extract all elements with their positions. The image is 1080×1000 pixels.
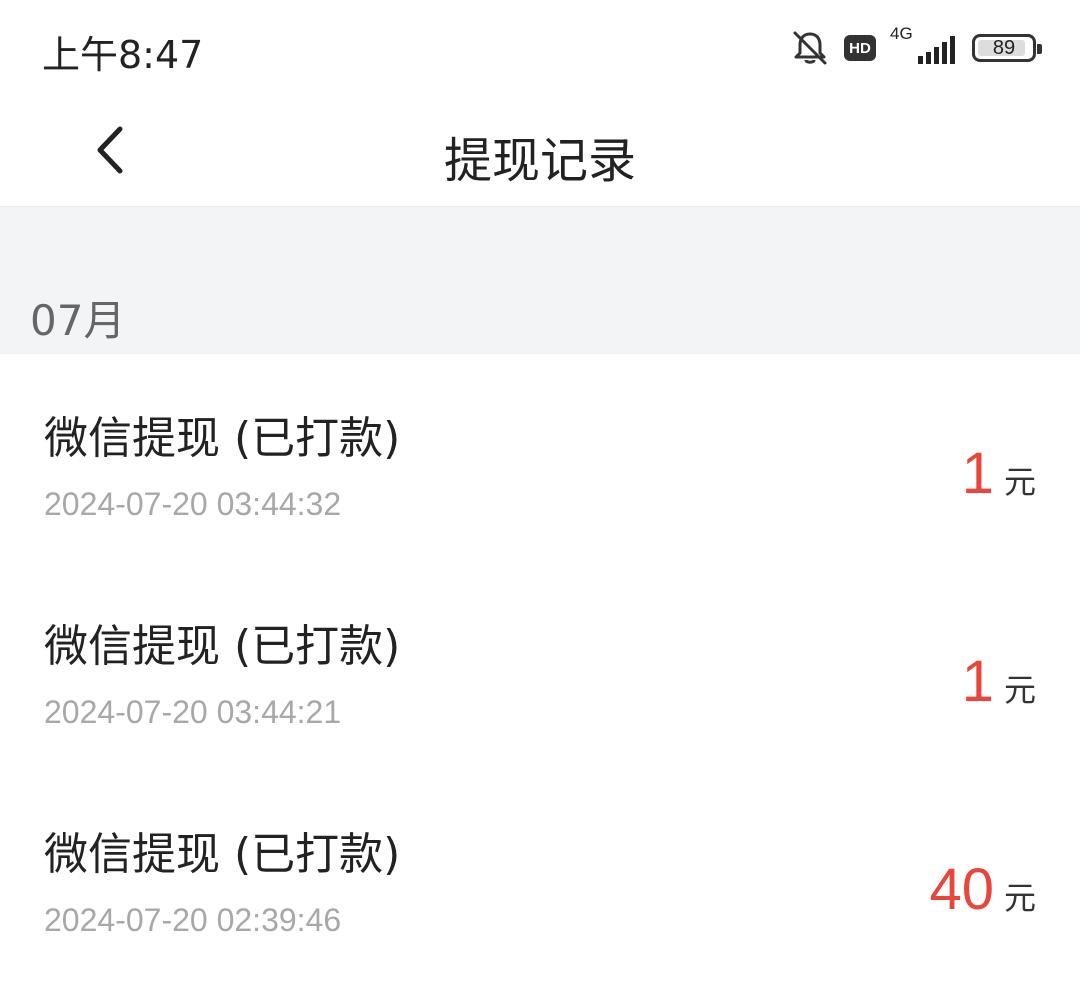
battery-tip bbox=[1037, 44, 1042, 54]
nav-bar: 提现记录 bbox=[0, 95, 1080, 207]
record-title: 微信提现 (已打款) bbox=[44, 621, 401, 672]
record-title: 微信提现 (已打款) bbox=[44, 413, 401, 464]
signal-bars-icon bbox=[918, 36, 955, 64]
battery-level: 89 bbox=[992, 36, 1016, 59]
battery-icon: 89 bbox=[972, 34, 1042, 62]
hd-icon: HD bbox=[844, 35, 876, 61]
network-type-label: 4G bbox=[890, 24, 913, 43]
status-bar: 上午8:47 HD 4G 89 bbox=[0, 0, 1080, 95]
status-time: 上午8:47 bbox=[42, 33, 204, 77]
signal-icon: 4G bbox=[890, 24, 958, 68]
record-amount: 1 bbox=[961, 441, 994, 506]
record-time: 2024-07-20 02:39:46 bbox=[44, 902, 342, 938]
withdrawal-record-list: 微信提现 (已打款) 2024-07-20 03:44:32 1 元 微信提现 … bbox=[0, 354, 1080, 978]
record-amount-group: 1 元 bbox=[962, 648, 1036, 715]
withdrawal-record[interactable]: 微信提现 (已打款) 2024-07-20 02:39:46 40 元 bbox=[0, 770, 1080, 978]
bell-muted-icon bbox=[793, 31, 827, 65]
record-unit: 元 bbox=[1003, 463, 1036, 501]
month-section: 07月 bbox=[0, 207, 1080, 354]
record-unit: 元 bbox=[1003, 879, 1036, 917]
record-unit: 元 bbox=[1003, 671, 1036, 709]
record-time: 2024-07-20 03:44:21 bbox=[44, 694, 342, 730]
record-amount-group: 40 元 bbox=[929, 856, 1036, 923]
page-title: 提现记录 bbox=[443, 133, 636, 189]
record-title: 微信提现 (已打款) bbox=[44, 829, 401, 880]
record-time: 2024-07-20 03:44:32 bbox=[44, 486, 342, 522]
record-amount: 40 bbox=[929, 857, 994, 922]
status-icons: HD 4G 89 bbox=[790, 24, 1042, 70]
withdrawal-record[interactable]: 微信提现 (已打款) 2024-07-20 03:44:32 1 元 bbox=[0, 354, 1080, 562]
month-header: 07月 bbox=[30, 296, 126, 345]
record-amount-group: 1 元 bbox=[962, 440, 1036, 507]
record-amount: 1 bbox=[961, 649, 994, 714]
withdrawal-record[interactable]: 微信提现 (已打款) 2024-07-20 03:44:21 1 元 bbox=[0, 562, 1080, 770]
